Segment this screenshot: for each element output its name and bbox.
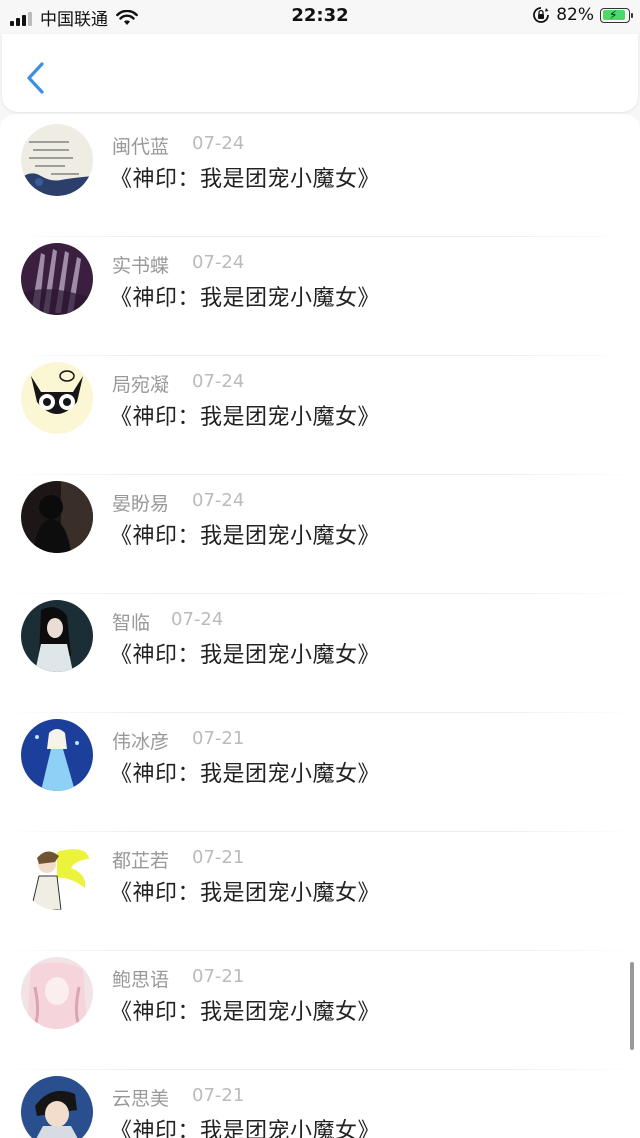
avatar (21, 838, 93, 910)
rotation-lock-icon (533, 7, 550, 23)
item-date: 07-24 (192, 252, 245, 273)
status-right: 82% ⚡ (532, 5, 633, 25)
user-name: 都芷若 (112, 850, 170, 872)
item-date: 07-24 (171, 609, 224, 630)
avatar (21, 243, 93, 315)
item-date: 07-21 (192, 1085, 245, 1106)
scrollbar[interactable] (630, 962, 634, 1050)
avatar (21, 1076, 93, 1138)
avatar (21, 362, 93, 434)
avatar (21, 600, 93, 672)
avatar (21, 719, 93, 791)
back-button[interactable] (22, 60, 50, 96)
book-title: 《神印：我是团宠小魔女》 (110, 881, 381, 906)
user-name: 局宛凝 (112, 374, 170, 396)
list-item[interactable]: 云思美 07-21 《神印：我是团宠小魔女》 (0, 1070, 640, 1138)
item-date: 07-21 (192, 847, 245, 868)
item-date: 07-24 (192, 133, 245, 154)
reader-list: 闽代蓝 07-24 《神印：我是团宠小魔女》 实书蝶 07-24 《神印：我是团… (0, 114, 640, 1138)
list-item[interactable]: 实书蝶 07-24 《神印：我是团宠小魔女》 (0, 237, 640, 356)
battery-percent: 82% (556, 5, 594, 25)
status-bar: 中国联通 22:32 82% ⚡ (0, 0, 640, 34)
list-item[interactable]: 闽代蓝 07-24 《神印：我是团宠小魔女》 (0, 118, 640, 237)
book-title: 《神印：我是团宠小魔女》 (110, 167, 381, 192)
user-name: 云思美 (112, 1088, 170, 1110)
book-title: 《神印：我是团宠小魔女》 (110, 643, 381, 668)
item-date: 07-24 (192, 371, 245, 392)
list-item[interactable]: 智临 07-24 《神印：我是团宠小魔女》 (0, 594, 640, 713)
list-item[interactable]: 晏盼易 07-24 《神印：我是团宠小魔女》 (0, 475, 640, 594)
nav-bar (2, 34, 638, 112)
list-item[interactable]: 都芷若 07-21 《神印：我是团宠小魔女》 (0, 832, 640, 951)
book-title: 《神印：我是团宠小魔女》 (110, 524, 381, 549)
user-name: 晏盼易 (112, 493, 170, 515)
user-name: 伟冰彦 (112, 731, 170, 753)
book-title: 《神印：我是团宠小魔女》 (110, 405, 381, 430)
book-title: 《神印：我是团宠小魔女》 (110, 1119, 381, 1138)
user-name: 鲍思语 (112, 969, 170, 991)
item-date: 07-21 (192, 966, 245, 987)
item-date: 07-21 (192, 728, 245, 749)
user-name: 实书蝶 (112, 255, 170, 277)
battery-icon: ⚡ (600, 7, 633, 23)
book-title: 《神印：我是团宠小魔女》 (110, 1000, 381, 1025)
screen: 中国联通 22:32 82% ⚡ 闽代蓝 07-24 《神印：我是团宠小魔女》 … (0, 0, 640, 1138)
book-title: 《神印：我是团宠小魔女》 (110, 762, 381, 787)
user-name: 智临 (112, 612, 151, 634)
user-name: 闽代蓝 (112, 136, 170, 158)
avatar (21, 481, 93, 553)
list-item[interactable]: 伟冰彦 07-21 《神印：我是团宠小魔女》 (0, 713, 640, 832)
item-date: 07-24 (192, 490, 245, 511)
avatar (21, 957, 93, 1029)
list-item[interactable]: 鲍思语 07-21 《神印：我是团宠小魔女》 (0, 951, 640, 1070)
list-item[interactable]: 局宛凝 07-24 《神印：我是团宠小魔女》 (0, 356, 640, 475)
book-title: 《神印：我是团宠小魔女》 (110, 286, 381, 311)
avatar (21, 124, 93, 196)
